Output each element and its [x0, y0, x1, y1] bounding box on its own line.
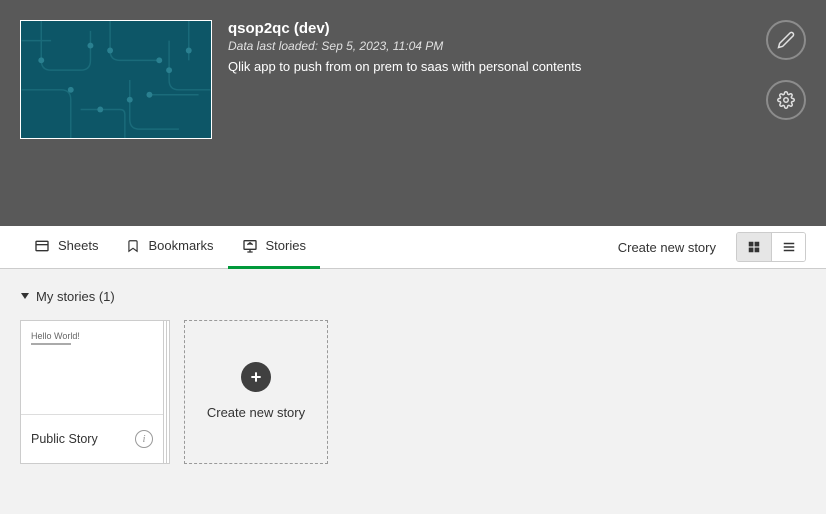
thumbnail-pattern-icon	[21, 21, 211, 138]
app-title: qsop2qc (dev)	[228, 20, 806, 37]
tab-stories[interactable]: Stories	[228, 226, 320, 269]
app-header: qsop2qc (dev) Data last loaded: Sep 5, 2…	[0, 0, 826, 226]
sheets-icon	[34, 238, 50, 254]
section-title: My stories (1)	[36, 289, 115, 304]
create-story-card[interactable]: Create new story	[184, 320, 328, 464]
story-footer: Public Story i	[21, 415, 163, 463]
tab-label: Stories	[266, 238, 306, 253]
pencil-icon	[777, 31, 795, 49]
plus-circle-icon	[241, 362, 271, 392]
grid-view-button[interactable]	[737, 233, 771, 261]
tab-bar-actions: Create new story	[610, 232, 806, 262]
story-icon	[242, 238, 258, 254]
grid-icon	[747, 240, 761, 254]
collapse-triangle-icon	[20, 289, 30, 304]
header-actions	[766, 20, 806, 120]
my-stories-section-header[interactable]: My stories (1)	[20, 289, 806, 304]
create-new-story-link[interactable]: Create new story	[610, 240, 724, 255]
app-info: qsop2qc (dev) Data last loaded: Sep 5, 2…	[228, 20, 806, 206]
stories-grid: Hello World! Public Story i Create new s…	[20, 320, 806, 464]
create-card-label: Create new story	[207, 404, 305, 422]
list-view-button[interactable]	[771, 233, 805, 261]
view-toggle	[736, 232, 806, 262]
preview-text: Hello World!	[31, 331, 80, 341]
tab-bookmarks[interactable]: Bookmarks	[112, 226, 227, 269]
story-title: Public Story	[31, 432, 98, 446]
tab-sheets[interactable]: Sheets	[20, 226, 112, 269]
info-icon[interactable]: i	[135, 430, 153, 448]
story-card[interactable]: Hello World! Public Story i	[20, 320, 164, 464]
list-icon	[782, 240, 796, 254]
edit-button[interactable]	[766, 20, 806, 60]
tab-bar: Sheets Bookmarks Stories Create new stor…	[0, 226, 826, 269]
bookmark-icon	[126, 238, 140, 254]
data-load-date: Data last loaded: Sep 5, 2023, 11:04 PM	[228, 39, 806, 53]
tab-label: Bookmarks	[148, 238, 213, 253]
tab-label: Sheets	[58, 238, 98, 253]
story-preview: Hello World!	[21, 321, 163, 415]
gear-icon	[777, 91, 795, 109]
preview-line	[31, 343, 71, 345]
settings-button[interactable]	[766, 80, 806, 120]
app-description: Qlik app to push from on prem to saas wi…	[228, 59, 806, 74]
content-area: My stories (1) Hello World! Public Story…	[0, 269, 826, 484]
app-thumbnail	[20, 20, 212, 139]
